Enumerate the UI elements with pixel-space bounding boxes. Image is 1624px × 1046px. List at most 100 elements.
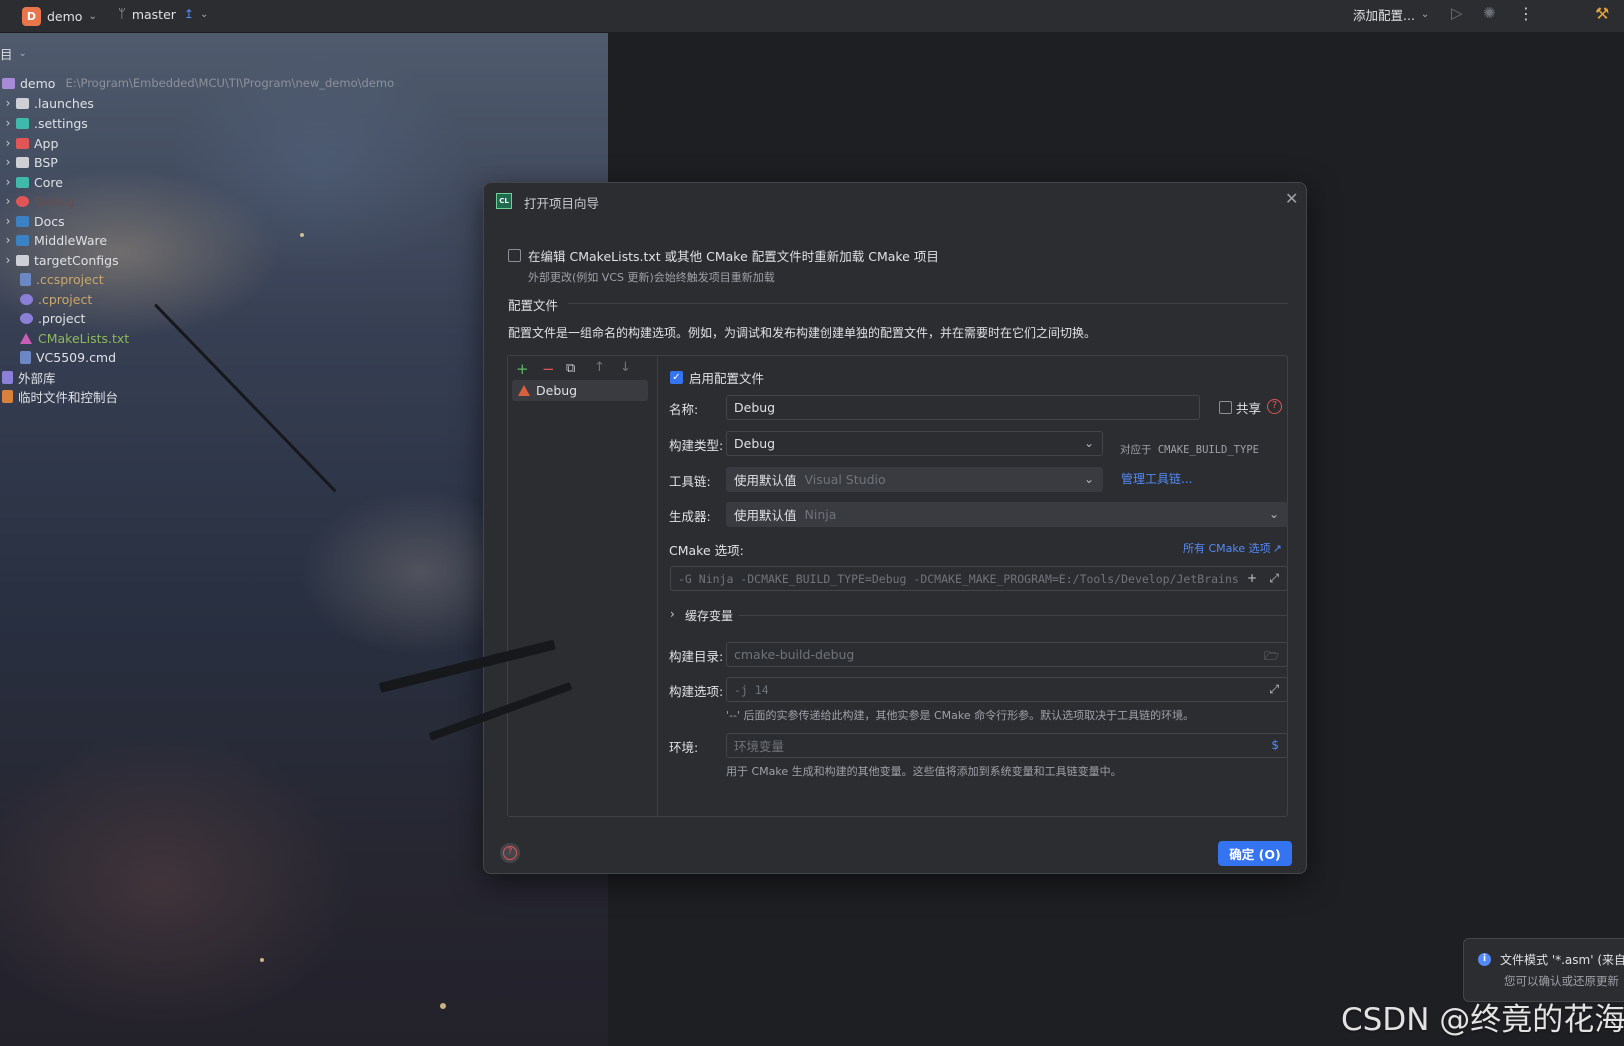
reload-cmake-checkbox[interactable] (508, 249, 521, 262)
tree-item[interactable]: › BSP (0, 152, 58, 172)
tree-item[interactable]: › MiddleWare (0, 230, 107, 250)
tree-item[interactable]: › Core (0, 172, 63, 192)
all-cmake-options-link[interactable]: 所有 CMake 选项 ↗ (1183, 540, 1282, 556)
folder-icon (16, 254, 29, 266)
tree-item[interactable]: VC5509.cmd (20, 347, 116, 367)
share-label: 共享 (1236, 401, 1262, 416)
toolchain-label: 工具链: (669, 474, 711, 489)
project-badge: D (22, 6, 41, 26)
env-hint: 用于 CMake 生成和构建的其他变量。这些值将添加到系统变量和工具链变量中。 (726, 765, 1122, 778)
cache-vars-divider (739, 615, 1288, 616)
tree-item-label: targetConfigs (34, 252, 119, 268)
debug-icon[interactable]: ✺ (1483, 0, 1496, 26)
manage-toolchains-link[interactable]: 管理工具链... (1121, 470, 1192, 487)
add-icon[interactable]: + (1247, 571, 1257, 585)
project-widget[interactable]: D demo ⌄ (22, 3, 97, 29)
notification-balloon[interactable]: i 文件模式 '*.asm' (来自 您可以确认或还原更新 (1463, 938, 1624, 1002)
chevron-right-icon: › (5, 96, 11, 110)
tree-item[interactable]: .cproject (20, 289, 92, 309)
dialog-title: 打开项目向导 (524, 196, 600, 211)
copy-icon[interactable]: ⧉ (566, 361, 575, 376)
file-icon (20, 293, 33, 305)
tree-item[interactable]: .project (20, 308, 85, 328)
expand-icon[interactable]: ⤢ (1269, 682, 1279, 697)
module-folder-icon (2, 77, 15, 89)
dollar-icon[interactable]: $ (1271, 738, 1279, 752)
reload-cmake-label: 在编辑 CMakeLists.txt 或其他 CMake 配置文件时重新加载 C… (528, 249, 939, 264)
notification-body: 您可以确认或还原更新 (1504, 974, 1619, 988)
move-up-icon[interactable]: ↑ (594, 360, 605, 375)
env-label: 环境: (669, 740, 699, 755)
open-project-wizard-dialog: CL 打开项目向导 ✕ 在编辑 CMakeLists.txt 或其他 CMake… (483, 182, 1307, 874)
chevron-right-icon: › (5, 136, 11, 150)
tree-item[interactable]: › .settings (0, 113, 88, 133)
tree-item[interactable]: › .launches (0, 93, 94, 113)
run-icon[interactable]: ▷ (1451, 0, 1463, 26)
vcs-widget[interactable]: ᛘ master ↥ ⌄ (118, 1, 208, 27)
tree-item[interactable]: CMakeLists.txt (20, 328, 129, 348)
branch-name: master (131, 6, 176, 22)
folder-icon (16, 156, 29, 168)
build-dir-input[interactable]: cmake-build-debug 🗁 (726, 642, 1288, 667)
chevron-down-icon: ⌄ (199, 8, 209, 20)
tools-icon[interactable]: ⚒ (1595, 0, 1609, 26)
root-path: E:\Program\Embedded\MCU\TI\Program\new_d… (65, 76, 395, 90)
watermark: CSDN @终竟的花海 (1341, 1002, 1624, 1038)
run-config-selector[interactable]: 添加配置... ⌄ (1353, 1, 1429, 27)
close-icon[interactable]: ✕ (1285, 189, 1298, 208)
tree-item[interactable]: › App (0, 133, 59, 153)
more-icon[interactable]: ⋮ (1518, 0, 1534, 26)
generator-combo[interactable]: 使用默认值 Ninja ⌄ (726, 502, 1288, 527)
tree-item-label: .settings (34, 115, 88, 131)
tree-item[interactable]: .ccsproject (20, 269, 104, 289)
wallpaper-spark (260, 958, 264, 962)
remove-icon[interactable]: − (542, 360, 555, 378)
tree-item[interactable]: 临时文件和控制台 (2, 386, 118, 406)
chevron-right-icon: › (5, 233, 11, 247)
name-input[interactable]: Debug (726, 395, 1200, 420)
project-view-selector[interactable]: 目 ⌄ (0, 43, 27, 63)
ok-button[interactable]: 确定 (O) (1218, 841, 1292, 866)
cmake-options-input[interactable]: -G Ninja -DCMAKE_BUILD_TYPE=Debug -DCMAK… (670, 566, 1288, 591)
chevron-right-icon[interactable]: › (670, 607, 675, 621)
expand-icon[interactable]: ⤢ (1269, 571, 1279, 586)
chevron-right-icon: › (5, 194, 11, 208)
tree-item[interactable]: › targetConfigs (0, 250, 119, 270)
build-type-value: Debug (734, 436, 776, 451)
env-input[interactable]: 环境变量 $ (726, 733, 1288, 758)
help-icon[interactable]: ? (1267, 399, 1282, 414)
profile-item-debug[interactable]: Debug (512, 380, 648, 401)
tree-item[interactable]: › Docs (0, 211, 65, 231)
cache-vars-label[interactable]: 缓存变量 (685, 607, 733, 624)
toolchain-combo[interactable]: 使用默认值 Visual Studio ⌄ (726, 467, 1103, 492)
build-type-hint: 对应于 CMAKE_BUILD_TYPE (1120, 444, 1259, 456)
chevron-down-icon: ⌄ (18, 47, 27, 59)
push-arrow-icon: ↥ (183, 7, 194, 21)
help-button[interactable]: ? (500, 843, 520, 863)
tree-item[interactable]: 外部库 (2, 367, 56, 387)
name-label: 名称: (669, 402, 699, 417)
share-checkbox[interactable] (1219, 401, 1232, 414)
profile-item-label: Debug (536, 383, 578, 398)
env-placeholder: 环境变量 (734, 739, 785, 754)
tree-item-label: BSP (34, 154, 58, 170)
tree-item[interactable]: › Debug (0, 191, 76, 211)
chevron-right-icon: › (5, 214, 11, 228)
cmake-icon (518, 385, 530, 396)
build-type-combo[interactable]: Debug ⌄ (726, 431, 1103, 456)
chevron-right-icon: › (5, 155, 11, 169)
file-icon (20, 272, 31, 286)
reload-cmake-hint: 外部更改(例如 VCS 更新)会始终触发项目重新加载 (528, 271, 775, 284)
add-icon[interactable]: + (516, 360, 529, 378)
build-options-placeholder: -j 14 (734, 682, 769, 697)
build-options-input[interactable]: -j 14 ⤢ (726, 677, 1288, 702)
library-icon (2, 370, 13, 384)
folder-icon[interactable]: 🗁 (1264, 647, 1279, 666)
cmake-options-label: CMake 选项: (669, 543, 744, 558)
name-value: Debug (734, 400, 776, 415)
generator-value: 使用默认值 (734, 508, 797, 523)
tree-root[interactable]: demo E:\Program\Embedded\MCU\TI\Program\… (2, 73, 394, 93)
scratches-icon (2, 389, 13, 403)
enable-profile-checkbox[interactable]: ✓ (670, 371, 683, 384)
move-down-icon[interactable]: ↓ (620, 360, 631, 375)
